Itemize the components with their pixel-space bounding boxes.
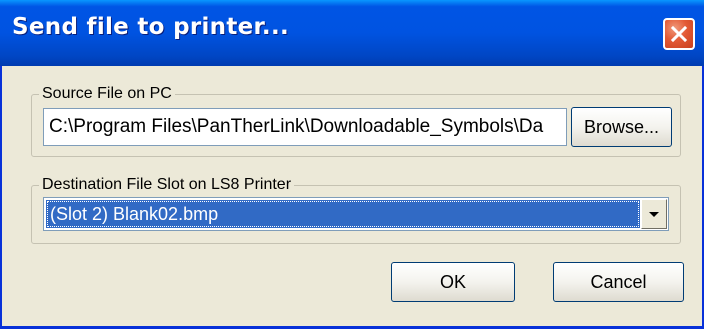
chevron-down-icon [649,212,659,217]
title-bar[interactable]: Send file to printer... [0,0,704,66]
dialog-title: Send file to printer... [12,14,290,40]
close-button[interactable] [663,18,695,50]
cancel-button[interactable]: Cancel [553,262,684,302]
source-file-legend: Source File on PC [42,85,172,102]
destination-slot-select[interactable]: (Slot 2) Blank02.bmp [43,197,669,231]
destination-slot-legend: Destination File Slot on LS8 Printer [42,176,292,193]
dropdown-button[interactable] [641,199,667,229]
close-icon [670,25,688,43]
source-path-input[interactable]: C:\Program Files\PanTherLink\Downloadabl… [43,108,567,146]
selected-slot-value: (Slot 2) Blank02.bmp [46,200,640,228]
ok-button[interactable]: OK [391,262,515,302]
browse-button[interactable]: Browse... [571,107,672,147]
